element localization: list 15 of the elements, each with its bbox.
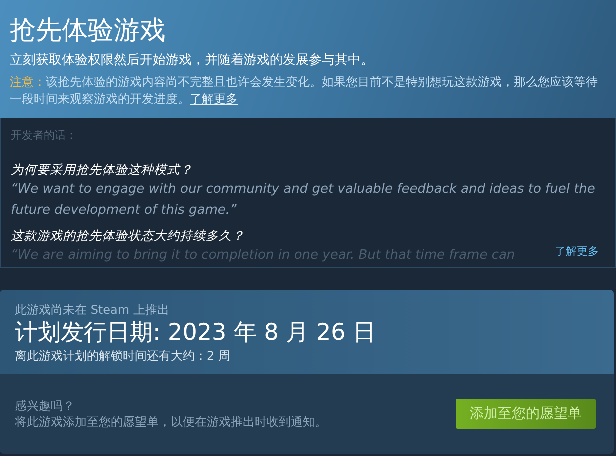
answer-text: “We want to engage with our community and get valuable feedback and ideas to fuel the future development of this game.”	[11, 181, 596, 220]
release-status: 此游戏尚未在 Steam 上推出	[15, 302, 170, 318]
add-to-wishlist-button[interactable]: 添加至您的愿望单	[456, 399, 596, 429]
countdown-text: 离此游戏计划的解锁时间还有大约：2 周	[15, 348, 232, 364]
banner-subtitle: 立刻获取体验权限然后开始游戏，并随着游戏的发展参与其中。	[10, 52, 375, 70]
wishlist-text: 将此游戏添加至您的愿望单，以便在游戏推出时收到通知。	[15, 414, 327, 430]
notice-text: 注意：该抢先体验的游戏内容尚不完整且也许会发生变化。如果您目前不是特别想玩这款游戏，那么您应该等待一段时间来观察游戏的开发进度。了解更多	[10, 74, 599, 108]
interest-question: 感兴趣吗？	[15, 398, 76, 414]
question-text: 为何要采用抢先体验这种模式？	[11, 161, 194, 179]
notes-heading: 开发者的话：	[11, 128, 78, 143]
answer-text: “We are aiming to bring it to completion in one year. But that time frame can	[11, 247, 516, 265]
banner-title: 抢先体验游戏	[10, 15, 167, 48]
learn-more-link[interactable]: 了解更多	[190, 92, 238, 106]
release-date: 计划发行日期: 2023 年 8 月 26 日	[15, 319, 378, 348]
question-text: 这款游戏的抢先体验状态大约持续多久？	[11, 227, 246, 245]
